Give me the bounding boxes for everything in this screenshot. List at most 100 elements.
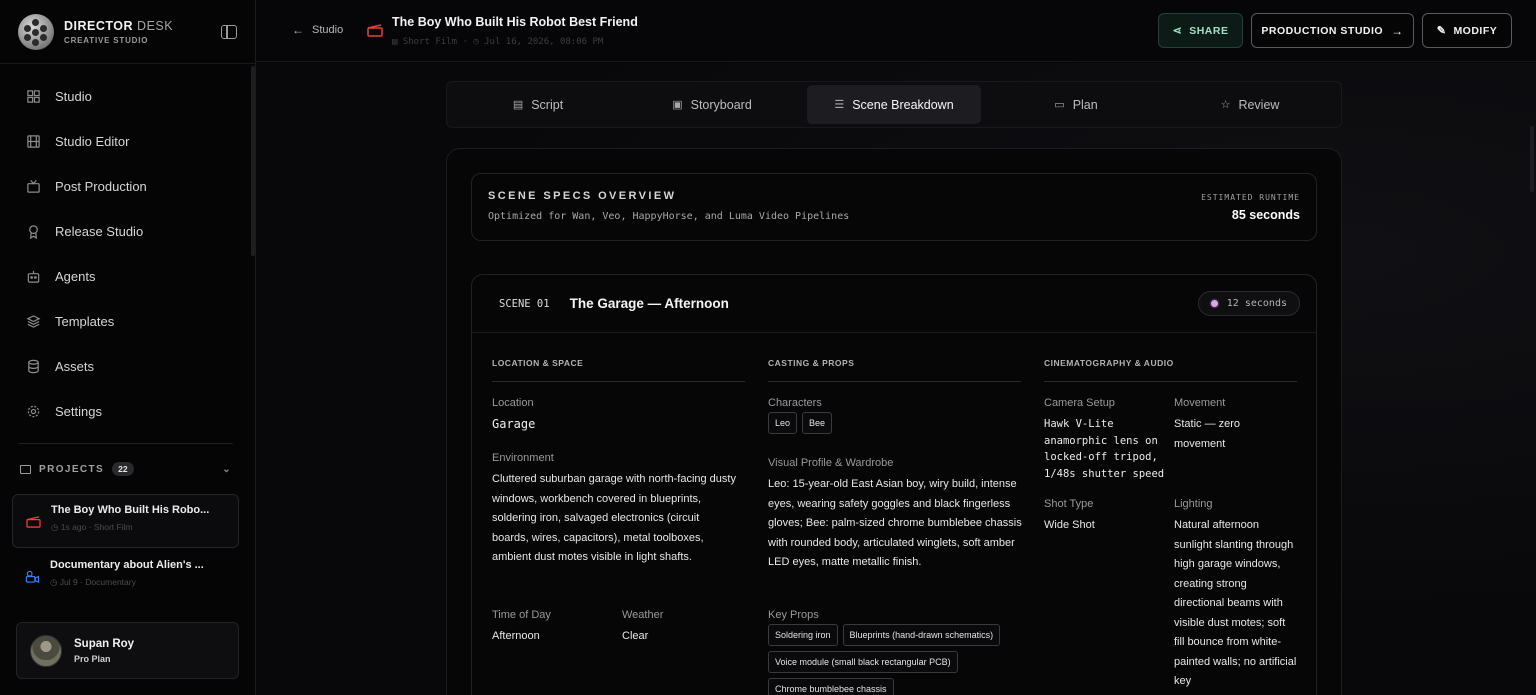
prop-chip[interactable]: Blueprints (hand-drawn schematics) [842, 624, 1001, 646]
gear-icon [26, 404, 41, 419]
brand-header: DIRECTOR DESK CREATIVE STUDIO [0, 0, 255, 64]
clipboard-icon: ▭ [1054, 99, 1065, 111]
project-item-active[interactable]: The Boy Who Built His Robo... ◷ 1s ago ·… [12, 494, 239, 548]
scene-card: SCENE 01 The Garage — Afternoon 12 secon… [471, 274, 1317, 695]
award-icon [26, 224, 41, 239]
grid-icon [26, 89, 41, 104]
clapperboard-icon [26, 516, 41, 528]
tab-label: Review [1238, 97, 1280, 112]
clapperboard-icon [367, 24, 383, 37]
sidebar-item-assets[interactable]: Assets [0, 344, 255, 389]
projects-count-badge: 22 [112, 462, 134, 476]
environment-value: Cluttered suburban garage with north-fac… [492, 473, 736, 563]
project-meta: ◷ 1s ago · Short Film [51, 522, 133, 532]
field-label: Lighting [1174, 498, 1213, 510]
tab-label: Scene Breakdown [852, 97, 954, 112]
sidebar-collapse-icon[interactable] [221, 24, 237, 39]
page-scrollbar[interactable] [1530, 126, 1534, 192]
sidebar: DIRECTOR DESK CREATIVE STUDIO Studio Stu… [0, 0, 256, 695]
sidebar-item-label: Studio [55, 89, 92, 104]
bot-icon [26, 269, 41, 284]
prop-chip[interactable]: Chrome bumblebee chassis [768, 678, 894, 695]
tab-script[interactable]: ▤ Script [451, 85, 625, 124]
sidebar-item-label: Settings [55, 404, 102, 419]
pencil-icon: ✎ [1436, 25, 1447, 37]
scene-title: The Garage — Afternoon [569, 296, 729, 311]
field-label: Shot Type [1044, 498, 1094, 510]
modify-button[interactable]: ✎ MODIFY [1422, 13, 1512, 48]
tab-label: Script [531, 97, 564, 112]
film-icon [26, 134, 41, 149]
field-label: Location [492, 397, 534, 409]
casting-props-column: CASTING & PROPS Characters Leo Bee Visua… [768, 358, 1022, 695]
field-label: Camera Setup [1044, 397, 1115, 409]
scene-duration: 12 seconds [1226, 298, 1287, 309]
projects-heading: PROJECTS [39, 463, 105, 475]
sidebar-item-templates[interactable]: Templates [0, 299, 255, 344]
prop-chip[interactable]: Soldering iron [768, 624, 838, 646]
lighting-value: Natural afternoon sunlight slanting thro… [1174, 519, 1297, 687]
project-item[interactable]: Documentary about Alien's ... ◷ Jul 9 · … [12, 550, 239, 604]
character-chip[interactable]: Bee [802, 412, 833, 434]
specs-subtitle: Optimized for Wan, Veo, HappyHorse, and … [488, 211, 850, 222]
back-link-label: Studio [312, 24, 344, 36]
sidebar-item-label: Agents [55, 269, 96, 284]
sidebar-item-settings[interactable]: Settings [0, 389, 255, 434]
production-studio-button[interactable]: PRODUCTION STUDIO → [1251, 13, 1414, 48]
sidebar-item-label: Templates [55, 314, 115, 329]
weather-value: Clear [622, 630, 649, 642]
time-of-day-value: Afternoon [492, 630, 540, 642]
runtime-value: 85 seconds [1231, 208, 1300, 222]
project-meta: ◷ Jul 9 · Documentary [50, 577, 136, 587]
tab-scene-breakdown[interactable]: ☰ Scene Breakdown [807, 85, 981, 124]
movement-value: Static — zero movement [1174, 418, 1241, 450]
sidebar-item-agents[interactable]: Agents [0, 254, 255, 299]
share-button[interactable]: ⋖ SHARE [1158, 13, 1243, 48]
user-name: Supan Roy [74, 637, 135, 650]
runtime-label: ESTIMATED RUNTIME [1201, 193, 1300, 202]
share-button-label: SHARE [1189, 24, 1229, 37]
tab-storyboard[interactable]: ▣ Storyboard [625, 85, 799, 124]
field-label: Visual Profile & Wardrobe [768, 457, 894, 469]
tab-bar: ▤ Script ▣ Storyboard ☰ Scene Breakdown ▭ Pl… [446, 81, 1342, 128]
field-label: Characters [768, 397, 822, 409]
character-chip[interactable]: Leo [768, 412, 798, 434]
characters-list: Leo Bee [768, 412, 833, 434]
brand-logo-icon [18, 13, 54, 50]
file-text-icon: ▤ [512, 99, 524, 111]
project-title: The Boy Who Built His Robo... [51, 504, 210, 516]
location-value: Garage [492, 417, 536, 431]
sidebar-item-studio[interactable]: Studio [0, 74, 255, 119]
tab-label: Storyboard [690, 97, 752, 112]
field-label: Environment [492, 452, 554, 464]
modify-button-label: MODIFY [1453, 24, 1498, 37]
tab-review[interactable]: ☆ Review [1163, 85, 1337, 124]
field-label: Weather [622, 609, 664, 621]
star-icon: ☆ [1220, 99, 1231, 111]
brand-subtitle: CREATIVE STUDIO [64, 35, 149, 45]
column-heading: CINEMATOGRAPHY & AUDIO [1044, 358, 1297, 382]
tab-plan[interactable]: ▭ Plan [989, 85, 1163, 124]
back-to-studio-link[interactable]: ← Studio [292, 23, 343, 37]
tv-icon [26, 179, 41, 194]
project-meta-line: ▤ Short Film · ◷ Jul 16, 2026, 08:06 PM [392, 37, 604, 47]
top-header: ← Studio The Boy Who Built His Robot Bes… [256, 0, 1536, 62]
specs-title: SCENE SPECS OVERVIEW [488, 190, 677, 202]
sidebar-item-post-production[interactable]: Post Production [0, 164, 255, 209]
page-title: The Boy Who Built His Robot Best Friend [392, 15, 638, 29]
sidebar-item-release-studio[interactable]: Release Studio [0, 209, 255, 254]
list-icon: ☰ [834, 99, 845, 111]
sidebar-scrollbar[interactable] [251, 66, 255, 256]
projects-section-header[interactable]: PROJECTS 22 ⌄ [20, 462, 232, 476]
sidebar-item-studio-editor[interactable]: Studio Editor [0, 119, 255, 164]
field-label: Key Props [768, 609, 819, 621]
location-space-column: LOCATION & SPACE Location Garage Environ… [492, 358, 745, 695]
arrow-right-icon: → [1391, 23, 1404, 38]
scene-duration-badge: 12 seconds [1197, 291, 1300, 316]
arrow-left-icon: ← [292, 23, 304, 37]
user-profile-card[interactable]: Supan Roy Pro Plan [16, 622, 239, 679]
image-icon: ▣ [672, 99, 683, 111]
chevron-down-icon[interactable]: ⌄ [222, 464, 232, 475]
project-title: Documentary about Alien's ... [50, 559, 204, 571]
prop-chip[interactable]: Voice module (small black rectangular PC… [768, 651, 958, 673]
